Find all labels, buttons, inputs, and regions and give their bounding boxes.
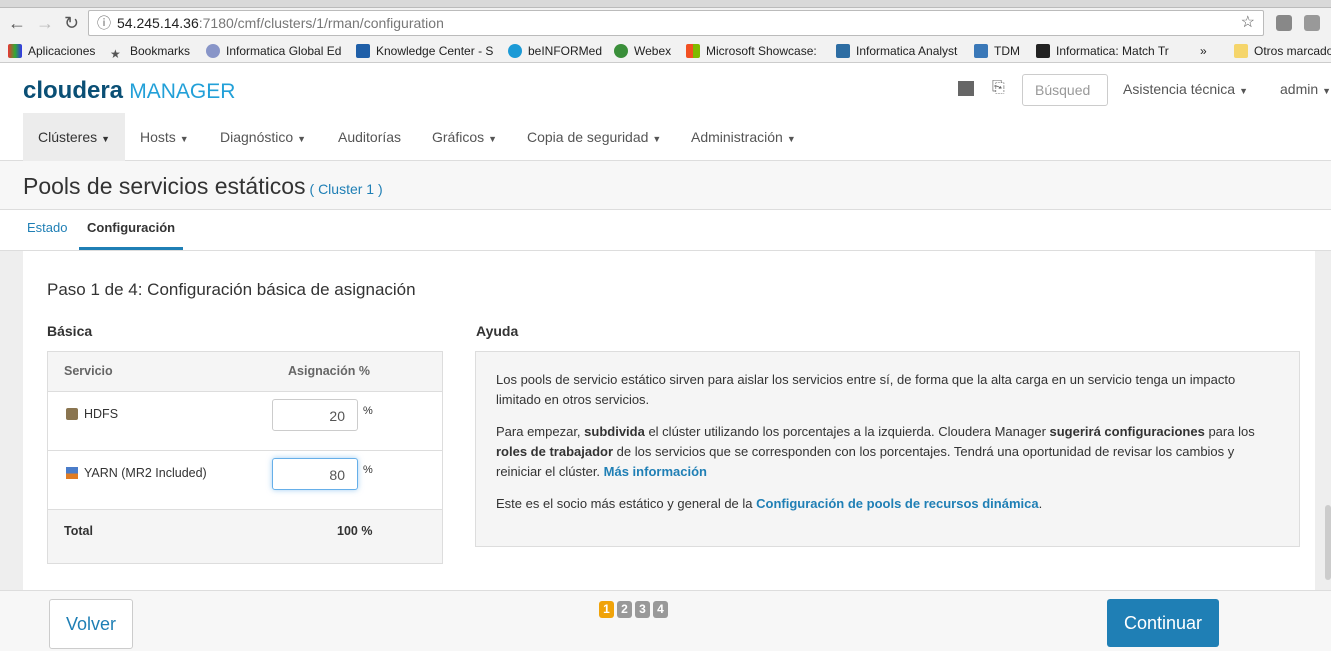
user-menu[interactable]: admin ▼ <box>1280 81 1331 97</box>
table-row: YARN (MR2 Included) 80 % <box>48 451 442 510</box>
help-paragraph: Los pools de servicio estático sirven pa… <box>496 372 1236 407</box>
bookmark[interactable]: Webex <box>614 44 671 58</box>
bookmark[interactable]: ★ Bookmarks <box>110 44 190 61</box>
info-icon <box>356 44 370 58</box>
step-indicator-2: 2 <box>617 601 632 618</box>
nav-hosts[interactable]: Hosts ▼ <box>125 113 204 161</box>
bookmark[interactable]: Aplicaciones <box>8 44 95 58</box>
tab-configuration[interactable]: Configuración <box>79 210 184 250</box>
table-header: Servicio Asignación % <box>48 352 442 392</box>
hdfs-allocation-input[interactable]: 20 <box>272 399 358 431</box>
total-label: Total <box>64 524 93 538</box>
page-title: Pools de servicios estáticos( Cluster 1 … <box>23 173 383 199</box>
browser-tab-strip <box>0 0 1331 8</box>
bookmark-folder[interactable]: Otros marcadores <box>1234 44 1331 58</box>
sub-tabs: Estado Configuración <box>0 210 1331 251</box>
browser-toolbar: ← → ↻ ⓘ 54.245.14.36:7180/cmf/clusters/1… <box>0 8 1331 39</box>
page-header: Pools de servicios estáticos( Cluster 1 … <box>0 161 1331 210</box>
apps-icon <box>8 44 22 58</box>
col-allocation: Asignación % <box>288 364 370 378</box>
url-path: :7180/cmf/clusters/1/rman/configuration <box>198 15 444 31</box>
main-nav: Clústeres ▼ Hosts ▼ Diagnóstico ▼ Auditoría… <box>0 113 1331 161</box>
col-service: Servicio <box>64 364 113 378</box>
support-ticket-icon[interactable]: ⎘ <box>992 79 1005 97</box>
step-title: Paso 1 de 4: Configuración básica de asi… <box>47 280 416 299</box>
tdm-icon <box>974 44 988 58</box>
dynamic-pools-link[interactable]: Configuración de pools de recursos dinám… <box>756 496 1038 511</box>
star-icon: ★ <box>110 47 121 61</box>
bookmark[interactable]: beINFORMed <box>508 44 602 58</box>
microsoft-icon <box>686 44 700 58</box>
wizard-footer: Volver 1 2 3 4 Continuar <box>0 590 1331 651</box>
nav-backup[interactable]: Copia de seguridad ▼ <box>512 113 676 161</box>
bookmark[interactable]: Informatica Global Ed <box>206 44 341 58</box>
tab-status[interactable]: Estado <box>27 210 67 250</box>
nav-charts[interactable]: Gráficos ▼ <box>417 113 512 161</box>
total-value: 100 % <box>337 524 373 538</box>
continue-button[interactable]: Continuar <box>1107 599 1219 647</box>
extension-icon[interactable] <box>1304 15 1320 31</box>
gift-icon[interactable] <box>958 81 974 96</box>
nav-clusters[interactable]: Clústeres ▼ <box>23 113 126 161</box>
support-menu[interactable]: Asistencia técnica ▼ <box>1123 81 1248 97</box>
help-paragraph: Este es el socio más estático y general … <box>496 496 1043 511</box>
yarn-icon <box>66 467 78 479</box>
star-icon[interactable]: ☆ <box>1241 11 1255 35</box>
more-bookmarks-button[interactable]: » <box>1200 44 1207 58</box>
bookmark[interactable]: Knowledge Center - S <box>356 44 493 58</box>
bookmark[interactable]: TDM <box>974 44 1020 58</box>
address-bar[interactable]: ⓘ 54.245.14.36:7180/cmf/clusters/1/rman/… <box>88 10 1264 36</box>
search-input[interactable]: Búsqued <box>1022 74 1108 106</box>
bookmarks-bar: Aplicaciones ★ Bookmarks Informatica Glob… <box>0 39 1331 63</box>
yarn-allocation-input[interactable]: 80 <box>272 458 358 490</box>
reload-icon[interactable]: ↻ <box>64 13 79 34</box>
info-icon: ⓘ <box>97 15 111 31</box>
nav-diagnostics[interactable]: Diagnóstico ▼ <box>205 113 321 161</box>
bookmark[interactable]: Informatica: Match Tr <box>1036 44 1169 58</box>
globe-icon <box>206 44 220 58</box>
folder-icon <box>1234 44 1248 58</box>
back-arrow-icon[interactable]: ← <box>8 13 26 34</box>
cloudera-logo[interactable]: cloudera MANAGER <box>23 77 235 105</box>
extension-icon[interactable] <box>1276 15 1292 31</box>
unit: % <box>363 464 373 476</box>
help-panel: Los pools de servicio estático sirven pa… <box>475 351 1300 547</box>
bookmark[interactable]: Microsoft Showcase: <box>686 44 817 58</box>
hdfs-icon <box>66 408 78 420</box>
table-total-row: Total 100 % <box>48 510 442 563</box>
help-heading: Ayuda <box>476 323 519 339</box>
analyst-icon <box>836 44 850 58</box>
allocation-table: Servicio Asignación % HDFS 20 % YARN (MR… <box>47 351 443 564</box>
nav-administration[interactable]: Administración ▼ <box>676 113 811 161</box>
service-name: HDFS <box>84 407 119 421</box>
informatica-icon <box>1036 44 1050 58</box>
url-host: 54.245.14.36 <box>117 15 199 31</box>
bookmark[interactable]: Informatica Analyst <box>836 44 957 58</box>
scrollbar[interactable] <box>1325 505 1331 580</box>
forward-arrow-icon[interactable]: → <box>36 13 54 34</box>
more-info-link[interactable]: Más información <box>604 464 707 479</box>
back-button[interactable]: Volver <box>49 599 133 649</box>
step-indicator-4: 4 <box>653 601 668 618</box>
app-header: cloudera MANAGER ⎘ Búsqued Asistencia té… <box>0 63 1331 113</box>
table-row: HDFS 20 % <box>48 392 442 451</box>
step-indicator-3: 3 <box>635 601 650 618</box>
service-name: YARN (MR2 Included) <box>84 466 207 480</box>
unit: % <box>363 405 373 417</box>
nav-audits[interactable]: Auditorías <box>323 113 416 161</box>
salesforce-icon <box>508 44 522 58</box>
cluster-link[interactable]: ( Cluster 1 ) <box>310 181 383 197</box>
basic-heading: Básica <box>47 323 93 339</box>
step-indicator-1: 1 <box>599 601 614 618</box>
help-paragraph: Para empezar, subdivida el clúster utili… <box>496 424 1255 479</box>
webex-icon <box>614 44 628 58</box>
